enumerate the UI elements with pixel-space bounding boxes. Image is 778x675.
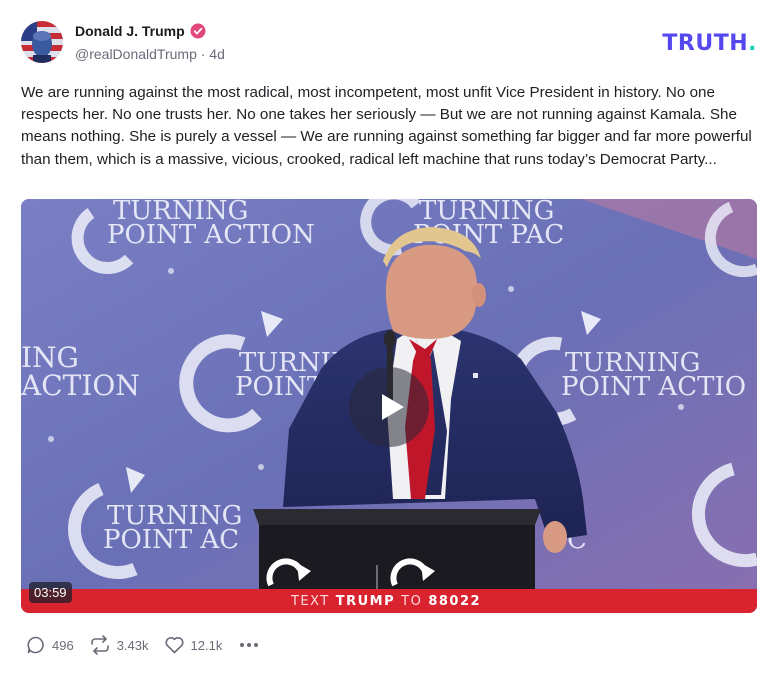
more-icon[interactable] — [240, 635, 259, 655]
banner-text: TEXT — [290, 593, 330, 609]
play-icon — [382, 394, 404, 420]
reply-count: 496 — [52, 637, 74, 653]
reply-icon — [27, 636, 44, 654]
banner-text: TO — [401, 593, 423, 609]
post-header: Donald J. Trump @realDonaldTrump · 4d TR… — [21, 21, 757, 65]
backdrop-text: ACTION — [21, 369, 140, 402]
verified-badge-icon — [190, 23, 206, 39]
video-player[interactable]: TURNING POINT ACTION TURNING POINT PAC I… — [21, 199, 757, 613]
play-button[interactable] — [349, 367, 429, 447]
heart-icon — [164, 637, 184, 654]
video-duration: 03:59 — [29, 582, 72, 603]
banner-number: 88022 — [428, 593, 482, 609]
logo-text: TRUTH — [662, 31, 749, 56]
like-count: 12.1k — [190, 637, 223, 653]
retruth-icon — [90, 635, 109, 655]
reply-button[interactable]: 496 — [26, 635, 74, 655]
post-text: We are running against the most radical,… — [21, 84, 752, 168]
backdrop-text: POINT ACTION — [107, 220, 315, 250]
backdrop-text: POINT ACTIO — [561, 372, 746, 402]
backdrop-text: POINT AC — [103, 525, 239, 555]
like-button[interactable]: 12.1k — [164, 635, 223, 655]
avatar[interactable] — [21, 21, 63, 63]
retruth-count: 3.43k — [116, 637, 149, 653]
handle-and-time[interactable]: @realDonaldTrump · 4d — [75, 46, 225, 62]
retruth-button[interactable]: 3.43k — [89, 635, 149, 655]
post-actions: 496 3.43k 12.1k — [26, 634, 259, 656]
banner-keyword: TRUMP — [335, 593, 396, 609]
video-banner: TEXT TRUMP TO 88022 — [21, 589, 757, 613]
truth-logo[interactable]: TRUTH. — [662, 31, 757, 56]
display-name[interactable]: Donald J. Trump — [75, 23, 185, 39]
logo-dot: . — [748, 31, 757, 56]
